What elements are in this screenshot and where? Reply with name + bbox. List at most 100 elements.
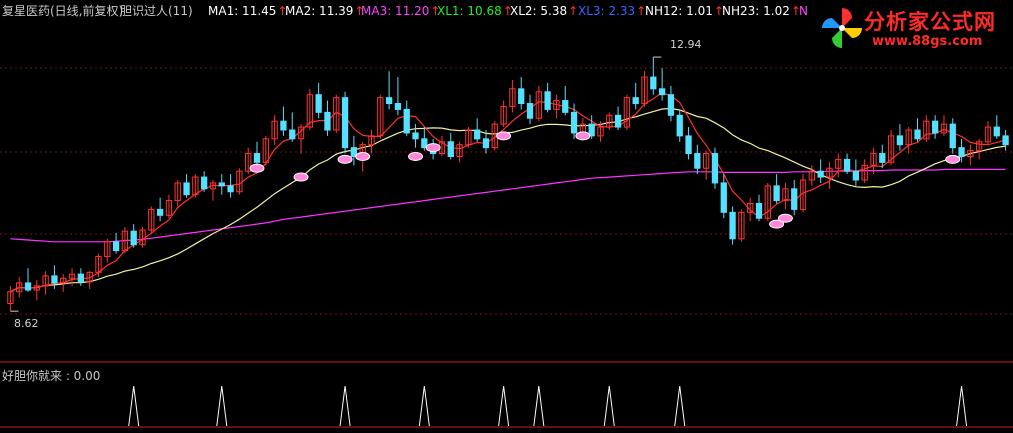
metric-item: XL1: 10.68↑ — [437, 3, 513, 19]
signal-spike — [533, 385, 545, 427]
candle-body — [658, 88, 666, 96]
indicator-name: 胆识过人(11) — [120, 4, 193, 18]
signal-spike — [674, 385, 686, 427]
metric-item: NH12: 1.01↑ — [645, 3, 724, 19]
candle-body — [879, 153, 886, 163]
candle-body — [51, 275, 58, 284]
candle-body — [474, 129, 481, 140]
candle-body — [403, 108, 410, 134]
candle-body — [614, 114, 622, 128]
candle-body — [931, 120, 939, 134]
metric-label: MA3: 11.20 — [361, 4, 430, 18]
ma-short-line — [10, 91, 1006, 293]
candle-body — [227, 185, 234, 193]
diamond-signal-icon — [575, 131, 591, 141]
candle-body — [315, 94, 322, 113]
low-price-label: 8.62 — [14, 317, 39, 330]
candle-body — [720, 182, 727, 213]
candle-body — [852, 170, 860, 181]
diamond-signal-icon — [777, 213, 793, 223]
candle-body — [518, 88, 525, 105]
pinwheel-icon — [822, 8, 862, 48]
metric-item: NH23: 1.02↑ — [722, 3, 801, 19]
candle-body — [711, 153, 719, 184]
signal-spike — [956, 385, 968, 427]
up-arrow-icon: ↑ — [568, 4, 579, 18]
candle-body — [896, 135, 904, 146]
signal-spike — [216, 385, 228, 427]
candle-body — [676, 114, 683, 137]
metric-item: MA1: 11.45↑ — [208, 3, 287, 19]
candle-body — [412, 132, 419, 140]
diamond-signal-icon — [355, 151, 371, 161]
chart-svg[interactable] — [0, 0, 1013, 429]
metric-item: MA3: 11.20↑ — [361, 3, 440, 19]
candle-body — [843, 158, 851, 172]
diamond-signal-icon — [293, 172, 309, 182]
candle-body — [130, 230, 137, 246]
candle-body — [632, 97, 639, 105]
metric-label: N — [799, 4, 808, 18]
candle-body — [1002, 135, 1009, 146]
candle-body — [77, 273, 85, 283]
signal-spike — [603, 385, 615, 427]
candle-body — [526, 103, 534, 119]
candle-body — [324, 111, 331, 131]
candle-body — [156, 208, 164, 216]
logo-url: www.88gs.com — [872, 34, 983, 49]
candle-body — [385, 97, 393, 105]
candle-body — [729, 211, 736, 240]
chart-stage: 复星医药(日线,前复权) 胆识过人(11) MA1: 11.45↑ MA2: 11… — [0, 0, 1013, 429]
logo: 分析家公式网 www.88gs.com — [818, 4, 1008, 54]
diamond-signal-icon — [249, 163, 265, 173]
stock-name: 复星医药(日线,前复权) — [2, 4, 124, 18]
diamond-signal-icon — [945, 154, 961, 164]
metric-item: XL3: 2.33↑ — [578, 3, 646, 19]
metric-label: XL1: 10.68 — [437, 4, 502, 18]
candle-body — [562, 100, 569, 113]
candle-body — [482, 138, 490, 149]
signal-spike — [418, 385, 430, 427]
diamond-signal-icon — [408, 151, 424, 161]
metric-label: NH12: 1.01 — [645, 4, 713, 18]
candle-body — [201, 176, 208, 190]
candle-body — [218, 182, 225, 187]
candle-body — [993, 126, 1000, 137]
diamond-signal-icon — [337, 154, 353, 164]
candle-body — [183, 182, 190, 196]
signal-spike — [128, 385, 140, 427]
diamond-signal-icon — [425, 143, 441, 153]
candle-body — [341, 97, 349, 149]
metric-label: MA2: 11.39 — [285, 4, 354, 18]
candle-body — [667, 94, 675, 116]
candle-body — [949, 123, 956, 149]
candle-body — [570, 111, 578, 134]
candle-body — [289, 129, 296, 140]
candle-body — [755, 203, 763, 219]
candle-body — [773, 185, 780, 202]
metric-label: XL2: 5.38 — [510, 4, 568, 18]
candle-body — [544, 91, 551, 110]
candle-body — [958, 147, 965, 157]
candle-body — [394, 103, 402, 110]
sub-panel-title: 好胆你就来 : 0.00 — [2, 369, 101, 383]
high-price-label: 12.94 — [670, 38, 702, 51]
candle-body — [447, 141, 454, 157]
signal-spike — [339, 385, 351, 427]
candle-body — [914, 129, 921, 140]
metric-item: MA2: 11.39↑ — [285, 3, 364, 19]
diamond-signal-icon — [496, 131, 512, 141]
candle-body — [253, 153, 261, 163]
candle-body — [24, 282, 32, 291]
candle-body — [817, 170, 824, 178]
candle-body — [650, 76, 657, 90]
candle-body — [280, 120, 287, 131]
candle-body — [588, 123, 595, 137]
metric-label: MA1: 11.45 — [208, 4, 277, 18]
metric-label: NH23: 1.02 — [722, 4, 790, 18]
metric-item: XL2: 5.38↑ — [510, 3, 578, 19]
candle-body — [112, 241, 120, 252]
logo-text: 分析家公式网 — [864, 10, 996, 34]
candle-body — [791, 188, 798, 210]
candle-body — [694, 153, 701, 169]
